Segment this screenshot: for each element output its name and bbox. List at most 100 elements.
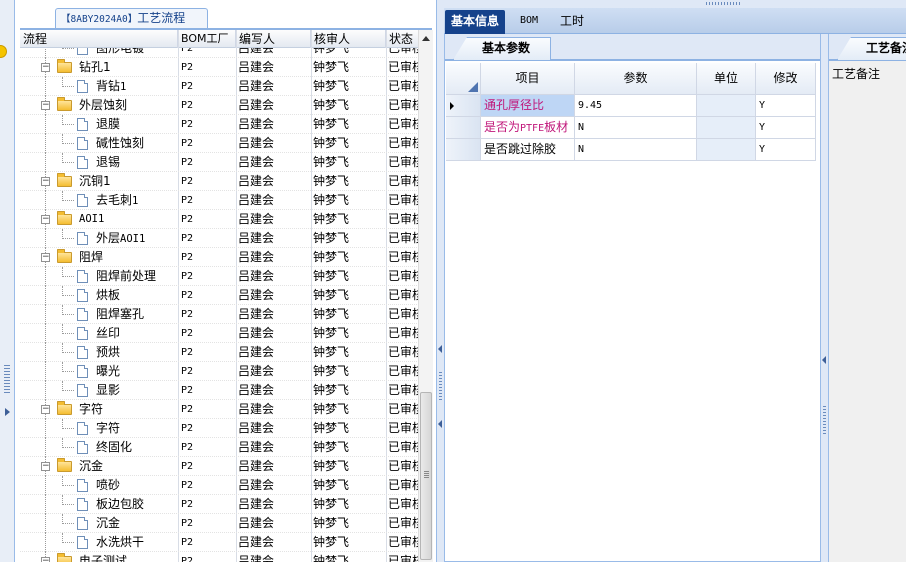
column-header-bom-factory[interactable]: BOM工厂 bbox=[178, 30, 236, 48]
tree-step-row[interactable]: 水洗烘干 P2 吕建会 钟梦飞 已审核 bbox=[20, 533, 433, 552]
tab-basic-params[interactable]: 基本参数 bbox=[453, 37, 551, 60]
tree-step-row[interactable]: 丝印 P2 吕建会 钟梦飞 已审核 bbox=[20, 324, 433, 343]
tree-step-row[interactable]: 曝光 P2 吕建会 钟梦飞 已审核 bbox=[20, 362, 433, 381]
tree-group-row[interactable]: − 字符 P2 吕建会 钟梦飞 已审核 bbox=[20, 400, 433, 419]
tree-step-row[interactable]: 烘板 P2 吕建会 钟梦飞 已审核 bbox=[20, 286, 433, 305]
param-value-cell[interactable]: 9.45 bbox=[575, 95, 697, 117]
tab-basic-info[interactable]: 基本信息 bbox=[445, 10, 506, 34]
bom-factory-cell: P2 bbox=[181, 233, 194, 244]
collapse-left-arrow-icon[interactable] bbox=[438, 420, 442, 428]
tab-process-flow[interactable]: 【8ABY2024A0】工艺流程 bbox=[55, 8, 208, 29]
collapse-toggle-icon[interactable]: − bbox=[41, 101, 50, 110]
collapse-left-arrow-icon[interactable] bbox=[438, 345, 442, 353]
column-header-value[interactable]: 参数 bbox=[575, 63, 697, 95]
collapse-left-arrow-icon[interactable] bbox=[822, 356, 826, 364]
main-splitter[interactable] bbox=[437, 0, 444, 562]
param-unit-cell[interactable] bbox=[697, 139, 756, 161]
grid-corner[interactable] bbox=[446, 63, 481, 95]
document-icon bbox=[77, 232, 88, 245]
reviewer-cell: 钟梦飞 bbox=[313, 364, 350, 378]
tree-step-row[interactable]: 碱性蚀刻 P2 吕建会 钟梦飞 已审核 bbox=[20, 134, 433, 153]
expand-left-arrow-icon[interactable] bbox=[5, 408, 10, 416]
params-row[interactable]: 通孔厚径比 9.45 Y bbox=[446, 95, 816, 117]
column-header-item[interactable]: 项目 bbox=[481, 63, 575, 95]
left-splitter-grip-icon[interactable] bbox=[4, 365, 10, 395]
splitter-grip-icon[interactable] bbox=[439, 372, 442, 402]
tree-step-row[interactable]: 外层AOI1 P2 吕建会 钟梦飞 已审核 bbox=[20, 229, 433, 248]
bom-factory-cell: P2 bbox=[181, 480, 194, 491]
row-header[interactable] bbox=[446, 117, 481, 139]
collapse-toggle-icon[interactable]: − bbox=[41, 63, 50, 72]
collapse-toggle-icon[interactable]: − bbox=[41, 253, 50, 262]
column-header-unit[interactable]: 单位 bbox=[697, 63, 756, 95]
column-header-modify[interactable]: 修改 bbox=[756, 63, 816, 95]
splitter-grip-icon[interactable] bbox=[823, 406, 826, 436]
column-header-writer[interactable]: 编写人 bbox=[236, 30, 311, 48]
tree-group-row[interactable]: − 外层蚀刻 P2 吕建会 钟梦飞 已审核 bbox=[20, 96, 433, 115]
row-header[interactable] bbox=[446, 139, 481, 161]
tree-group-row[interactable]: − 沉铜1 P2 吕建会 钟梦飞 已审核 bbox=[20, 172, 433, 191]
tree-step-row[interactable]: 终固化 P2 吕建会 钟梦飞 已审核 bbox=[20, 438, 433, 457]
reviewer-cell: 钟梦飞 bbox=[313, 79, 350, 93]
params-row[interactable]: 是否为PTFE板材 N Y bbox=[446, 117, 816, 139]
tree-connector-line bbox=[62, 295, 74, 296]
param-item-cell[interactable]: 通孔厚径比 bbox=[481, 95, 575, 117]
tree-body: 图形电镀 P2 吕建会 钟梦飞 已审核 − 钻孔1 P2 吕建会 钟梦飞 已审核 背钻1 P2 吕建会 钟梦… bbox=[20, 48, 433, 562]
tree-step-row[interactable]: 去毛刺1 P2 吕建会 钟梦飞 已审核 bbox=[20, 191, 433, 210]
writer-cell: 吕建会 bbox=[238, 497, 275, 511]
tree-step-row[interactable]: 退锡 P2 吕建会 钟梦飞 已审核 bbox=[20, 153, 433, 172]
params-row[interactable]: 是否跳过除胶 N Y bbox=[446, 139, 816, 161]
scrollbar-thumb[interactable] bbox=[420, 392, 432, 560]
column-header-reviewer[interactable]: 核审人 bbox=[311, 30, 386, 48]
tree-step-label: 背钻1 bbox=[96, 79, 127, 93]
tree-step-row[interactable]: 板边包胶 P2 吕建会 钟梦飞 已审核 bbox=[20, 495, 433, 514]
tree-step-row[interactable]: 阻焊前处理 P2 吕建会 钟梦飞 已审核 bbox=[20, 267, 433, 286]
collapse-toggle-icon[interactable]: − bbox=[41, 462, 50, 471]
param-modify-cell[interactable]: Y bbox=[756, 95, 816, 117]
writer-cell: 吕建会 bbox=[238, 212, 275, 226]
scroll-up-arrow-icon[interactable] bbox=[422, 36, 430, 41]
tree-step-row[interactable]: 显影 P2 吕建会 钟梦飞 已审核 bbox=[20, 381, 433, 400]
scrollbar-grip-icon bbox=[424, 471, 429, 478]
collapse-toggle-icon[interactable]: − bbox=[41, 557, 50, 562]
tree-group-row[interactable]: − AOI1 P2 吕建会 钟梦飞 已审核 bbox=[20, 210, 433, 229]
param-unit-cell[interactable] bbox=[697, 95, 756, 117]
params-grid-header: 项目 参数 单位 修改 bbox=[446, 63, 816, 95]
param-modify-cell[interactable]: Y bbox=[756, 139, 816, 161]
param-unit-cell[interactable] bbox=[697, 117, 756, 139]
tree-group-row[interactable]: − 电子测试 P2 吕建会 钟梦飞 已审核 bbox=[20, 552, 433, 562]
tree-step-row[interactable]: 喷砂 P2 吕建会 钟梦飞 已审核 bbox=[20, 476, 433, 495]
tree-step-row[interactable]: 沉金 P2 吕建会 钟梦飞 已审核 bbox=[20, 514, 433, 533]
top-splitter-grip-icon[interactable] bbox=[706, 2, 742, 5]
tree-step-label: 烘板 bbox=[96, 288, 121, 302]
param-value-cell[interactable]: N bbox=[575, 117, 697, 139]
tree-step-row[interactable]: 阻焊塞孔 P2 吕建会 钟梦飞 已审核 bbox=[20, 305, 433, 324]
param-modify-cell[interactable]: Y bbox=[756, 117, 816, 139]
collapse-toggle-icon[interactable]: − bbox=[41, 405, 50, 414]
tree-step-label: 显影 bbox=[96, 383, 121, 397]
tree-step-row[interactable]: 预烘 P2 吕建会 钟梦飞 已审核 bbox=[20, 343, 433, 362]
tree-step-row[interactable]: 背钻1 P2 吕建会 钟梦飞 已审核 bbox=[20, 77, 433, 96]
column-header-flow[interactable]: 流程 bbox=[20, 30, 178, 48]
tree-group-row[interactable]: − 钻孔1 P2 吕建会 钟梦飞 已审核 bbox=[20, 58, 433, 77]
collapse-toggle-icon[interactable]: − bbox=[41, 177, 50, 186]
tree-step-label: 碱性蚀刻 bbox=[96, 136, 145, 150]
tree-group-row[interactable]: − 沉金 P2 吕建会 钟梦飞 已审核 bbox=[20, 457, 433, 476]
param-item-cell[interactable]: 是否为PTFE板材 bbox=[481, 117, 575, 139]
tab-work-hours[interactable]: 工时 bbox=[554, 10, 590, 34]
tree-group-label: 字符 bbox=[79, 402, 104, 416]
param-item-cell[interactable]: 是否跳过除胶 bbox=[481, 139, 575, 161]
tree-step-row[interactable]: 退膜 P2 吕建会 钟梦飞 已审核 bbox=[20, 115, 433, 134]
tree-step-row[interactable]: 字符 P2 吕建会 钟梦飞 已审核 bbox=[20, 419, 433, 438]
tree-group-row[interactable]: − 阻焊 P2 吕建会 钟梦飞 已审核 bbox=[20, 248, 433, 267]
notes-splitter[interactable] bbox=[821, 34, 828, 562]
tab-process-notes[interactable]: 工艺备注 bbox=[837, 37, 906, 60]
reviewer-cell: 钟梦飞 bbox=[313, 60, 350, 74]
tree-step-row[interactable]: 图形电镀 P2 吕建会 钟梦飞 已审核 bbox=[20, 48, 433, 58]
row-header[interactable] bbox=[446, 95, 481, 117]
tab-bom[interactable]: BOM bbox=[514, 10, 544, 34]
collapse-toggle-icon[interactable]: − bbox=[41, 215, 50, 224]
tree-vertical-scrollbar[interactable] bbox=[418, 30, 433, 562]
param-value-cell[interactable]: N bbox=[575, 139, 697, 161]
document-icon bbox=[77, 384, 88, 397]
